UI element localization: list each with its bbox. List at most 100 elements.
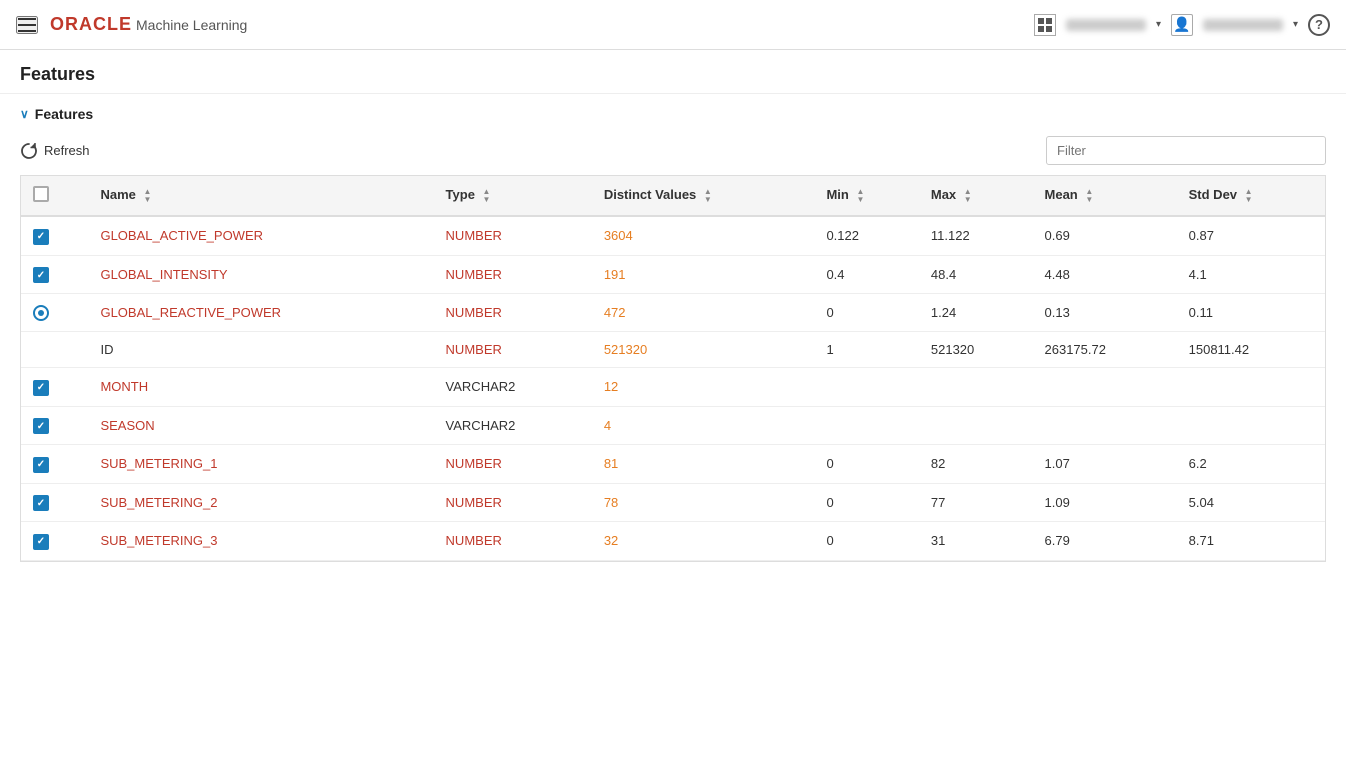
section-header[interactable]: ∨ Features [20, 106, 1326, 122]
table-body: GLOBAL_ACTIVE_POWERNUMBER36040.12211.122… [21, 216, 1325, 560]
row-name: SEASON [88, 406, 433, 445]
toolbar: Refresh [20, 136, 1326, 165]
row-min: 0.122 [814, 216, 918, 255]
row-type: NUMBER [434, 445, 592, 484]
row-name: ID [88, 332, 433, 368]
row-stddev: 0.87 [1177, 216, 1325, 255]
checkbox-circle-icon[interactable] [33, 305, 49, 321]
checkbox-checked-icon[interactable] [33, 418, 49, 434]
refresh-icon [20, 142, 38, 160]
row-checkbox-cell[interactable] [21, 368, 88, 407]
table-header: Name ▲▼ Type ▲▼ Distinct Values ▲▼ Min ▲… [21, 176, 1325, 216]
row-distinct: 81 [592, 445, 815, 484]
row-name: SUB_METERING_3 [88, 522, 433, 561]
page-title-bar: Features [0, 50, 1346, 94]
grid-menu-button[interactable] [1034, 14, 1056, 36]
row-max [919, 368, 1033, 407]
row-checkbox-cell[interactable] [21, 445, 88, 484]
brand-logo: ORACLE Machine Learning [50, 14, 247, 35]
row-type: NUMBER [434, 332, 592, 368]
name-sort-icon: ▲▼ [143, 188, 151, 204]
page-title: Features [20, 64, 1326, 85]
checkbox-checked-icon[interactable] [33, 495, 49, 511]
col-min[interactable]: Min ▲▼ [814, 176, 918, 216]
refresh-label: Refresh [44, 143, 90, 158]
row-distinct: 3604 [592, 216, 815, 255]
row-checkbox-cell[interactable] [21, 216, 88, 255]
col-type[interactable]: Type ▲▼ [434, 176, 592, 216]
type-sort-icon: ▲▼ [483, 188, 491, 204]
section-chevron-icon: ∨ [20, 107, 29, 121]
refresh-button[interactable]: Refresh [20, 142, 90, 160]
col-name[interactable]: Name ▲▼ [88, 176, 433, 216]
checkbox-checked-icon[interactable] [33, 534, 49, 550]
row-mean: 263175.72 [1033, 332, 1177, 368]
row-min [814, 406, 918, 445]
row-stddev: 6.2 [1177, 445, 1325, 484]
row-stddev: 4.1 [1177, 255, 1325, 294]
user-chevron-icon[interactable]: ▾ [1293, 19, 1298, 30]
user-menu-button[interactable]: 👤 [1171, 14, 1193, 36]
col-checkbox[interactable] [21, 176, 88, 216]
row-name: SUB_METERING_2 [88, 483, 433, 522]
brand-ml-text: Machine Learning [136, 17, 247, 33]
row-checkbox-cell[interactable] [21, 255, 88, 294]
table-row: GLOBAL_ACTIVE_POWERNUMBER36040.12211.122… [21, 216, 1325, 255]
row-mean: 0.13 [1033, 294, 1177, 332]
help-icon: ? [1308, 14, 1330, 36]
header-left: ORACLE Machine Learning [16, 14, 247, 35]
min-sort-icon: ▲▼ [856, 188, 864, 204]
table-row: SUB_METERING_1NUMBER810821.076.2 [21, 445, 1325, 484]
row-name: MONTH [88, 368, 433, 407]
table-row: IDNUMBER5213201521320263175.72150811.42 [21, 332, 1325, 368]
row-type: NUMBER [434, 522, 592, 561]
row-max: 82 [919, 445, 1033, 484]
col-distinct[interactable]: Distinct Values ▲▼ [592, 176, 815, 216]
row-distinct: 521320 [592, 332, 815, 368]
table-row: GLOBAL_INTENSITYNUMBER1910.448.44.484.1 [21, 255, 1325, 294]
col-mean[interactable]: Mean ▲▼ [1033, 176, 1177, 216]
row-name: SUB_METERING_1 [88, 445, 433, 484]
row-distinct: 78 [592, 483, 815, 522]
row-max: 48.4 [919, 255, 1033, 294]
row-distinct: 472 [592, 294, 815, 332]
row-min: 0 [814, 522, 918, 561]
table-row: GLOBAL_REACTIVE_POWERNUMBER47201.240.130… [21, 294, 1325, 332]
features-table-wrapper[interactable]: Name ▲▼ Type ▲▼ Distinct Values ▲▼ Min ▲… [20, 175, 1326, 562]
section-label: Features [35, 106, 93, 122]
row-distinct: 191 [592, 255, 815, 294]
hamburger-menu-button[interactable] [16, 16, 38, 34]
table-row: SUB_METERING_2NUMBER780771.095.04 [21, 483, 1325, 522]
workspace-chevron-icon[interactable]: ▾ [1156, 19, 1161, 30]
row-type: NUMBER [434, 294, 592, 332]
row-checkbox-cell[interactable] [21, 522, 88, 561]
row-type: VARCHAR2 [434, 368, 592, 407]
row-min: 0 [814, 294, 918, 332]
row-stddev [1177, 406, 1325, 445]
row-checkbox-cell[interactable] [21, 483, 88, 522]
filter-input[interactable] [1046, 136, 1326, 165]
features-table: Name ▲▼ Type ▲▼ Distinct Values ▲▼ Min ▲… [21, 176, 1325, 561]
row-checkbox-cell[interactable] [21, 332, 88, 368]
row-max: 77 [919, 483, 1033, 522]
row-stddev: 150811.42 [1177, 332, 1325, 368]
row-checkbox-cell[interactable] [21, 294, 88, 332]
checkbox-checked-icon[interactable] [33, 229, 49, 245]
row-stddev: 0.11 [1177, 294, 1325, 332]
help-button[interactable]: ? [1308, 14, 1330, 36]
user-icon: 👤 [1171, 14, 1193, 36]
header-checkbox[interactable] [33, 186, 49, 202]
features-section: ∨ Features Refresh Name ▲▼ [0, 94, 1346, 562]
col-stddev[interactable]: Std Dev ▲▼ [1177, 176, 1325, 216]
row-checkbox-cell[interactable] [21, 406, 88, 445]
checkbox-checked-icon[interactable] [33, 380, 49, 396]
col-max[interactable]: Max ▲▼ [919, 176, 1033, 216]
row-type: NUMBER [434, 216, 592, 255]
row-min: 0 [814, 445, 918, 484]
checkbox-checked-icon[interactable] [33, 457, 49, 473]
row-max: 11.122 [919, 216, 1033, 255]
checkbox-checked-icon[interactable] [33, 267, 49, 283]
app-header: ORACLE Machine Learning ▾ 👤 ▾ ? [0, 0, 1346, 50]
row-min: 1 [814, 332, 918, 368]
row-type: NUMBER [434, 255, 592, 294]
